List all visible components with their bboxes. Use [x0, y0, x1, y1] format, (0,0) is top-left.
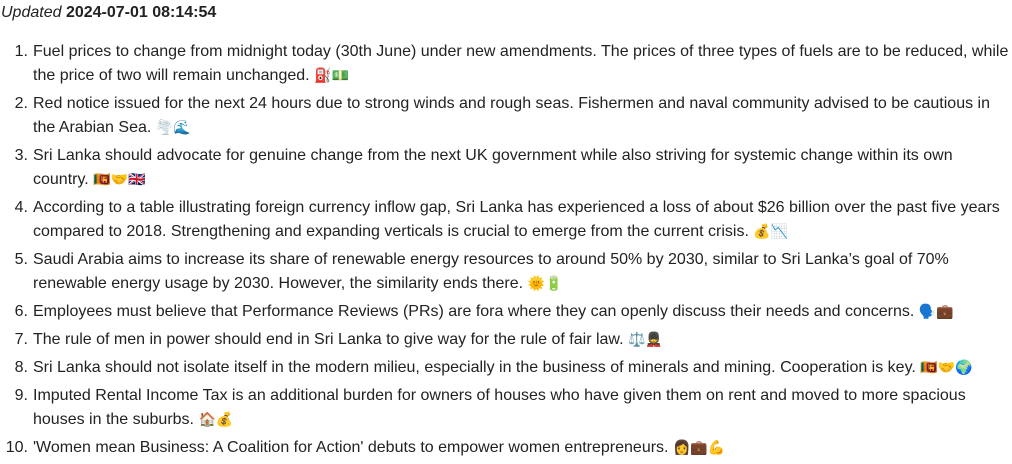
news-list: 1. Fuel prices to change from midnight t… — [0, 40, 1012, 464]
news-item-emoji-icons: 🏠💰 — [198, 412, 234, 428]
news-item: 8. Sri Lanka should not isolate itself i… — [15, 356, 1012, 380]
news-item: 7. The rule of men in power should end i… — [15, 328, 1012, 352]
news-item: 6. Employees must believe that Performan… — [15, 300, 1012, 324]
news-item-emoji-icons: 🌞🔋 — [527, 276, 563, 292]
news-item-text: Fuel prices to change from midnight toda… — [33, 43, 1009, 84]
news-item-number: 3. — [14, 147, 28, 164]
news-item-emoji-icons: ⛽💵 — [314, 68, 349, 84]
news-item-number: 4. — [14, 199, 28, 216]
news-item: 10. 'Women mean Business: A Coalition fo… — [6, 436, 1012, 460]
news-item-number: 7. — [14, 331, 28, 348]
news-item-text: Sri Lanka should not isolate itself in t… — [33, 359, 916, 376]
news-item-number: 6. — [14, 303, 28, 320]
news-item-emoji-icons: ⚖️💂 — [628, 332, 663, 348]
news-item-text: Employees must believe that Performance … — [33, 303, 915, 320]
news-item-number: 9. — [14, 387, 28, 404]
news-item-number: 2. — [14, 95, 28, 112]
updated-line: Updated 2024-07-01 08:14:54 — [1, 3, 216, 23]
news-item-text: Sri Lanka should advocate for genuine ch… — [33, 147, 953, 188]
news-item: 2. Red notice issued for the next 24 hou… — [15, 92, 1012, 140]
news-item-number: 8. — [14, 359, 28, 376]
news-item: 9. Imputed Rental Income Tax is an addit… — [15, 384, 1012, 432]
news-item: 5. Saudi Arabia aims to increase its sha… — [15, 248, 1012, 296]
news-item-text: 'Women mean Business: A Coalition for Ac… — [33, 439, 669, 456]
news-item-number: 5. — [14, 251, 28, 268]
news-item-number: 1. — [14, 43, 28, 60]
news-item-emoji-icons: 🇱🇰🤝🌍 — [920, 360, 973, 376]
news-item-emoji-icons: 🗣️💼 — [918, 304, 954, 320]
news-item-text: The rule of men in power should end in S… — [33, 331, 624, 348]
news-item: 1. Fuel prices to change from midnight t… — [15, 40, 1012, 88]
updated-label: Updated — [1, 4, 62, 21]
news-item-emoji-icons: 🇱🇰🤝🇬🇧 — [93, 172, 146, 188]
news-item-emoji-icons: 👩💼💪 — [672, 440, 726, 456]
news-item-text: According to a table illustrating foreig… — [33, 199, 1000, 240]
news-item-number: 10. — [5, 439, 28, 456]
news-item: 4. According to a table illustrating for… — [15, 196, 1012, 244]
news-item-text: Saudi Arabia aims to increase its share … — [33, 251, 949, 292]
news-item-emoji-icons: 🌪️🌊 — [155, 120, 191, 136]
updated-timestamp: 2024-07-01 08:14:54 — [65, 4, 217, 21]
news-item-emoji-icons: 💰📉 — [753, 224, 789, 240]
news-item: 3. Sri Lanka should advocate for genuine… — [15, 144, 1012, 192]
news-item-text: Imputed Rental Income Tax is an addition… — [33, 387, 966, 428]
